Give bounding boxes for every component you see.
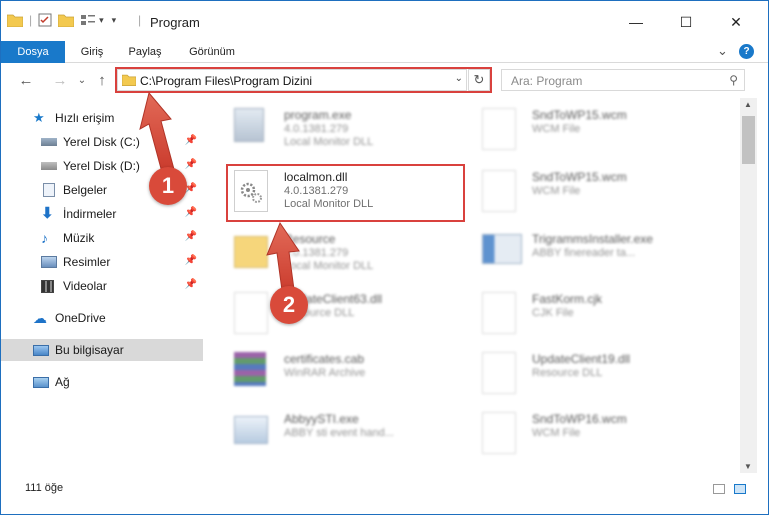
- step-1-badge: 1: [149, 167, 187, 205]
- arrow-1: [139, 91, 176, 177]
- step-2-badge: 2: [270, 286, 308, 324]
- explorer-window: | ▾ ▾ | Program — ☐ ✕ Dosya Giriş Paylaş…: [0, 0, 769, 515]
- annotation-arrows: [139, 91, 300, 299]
